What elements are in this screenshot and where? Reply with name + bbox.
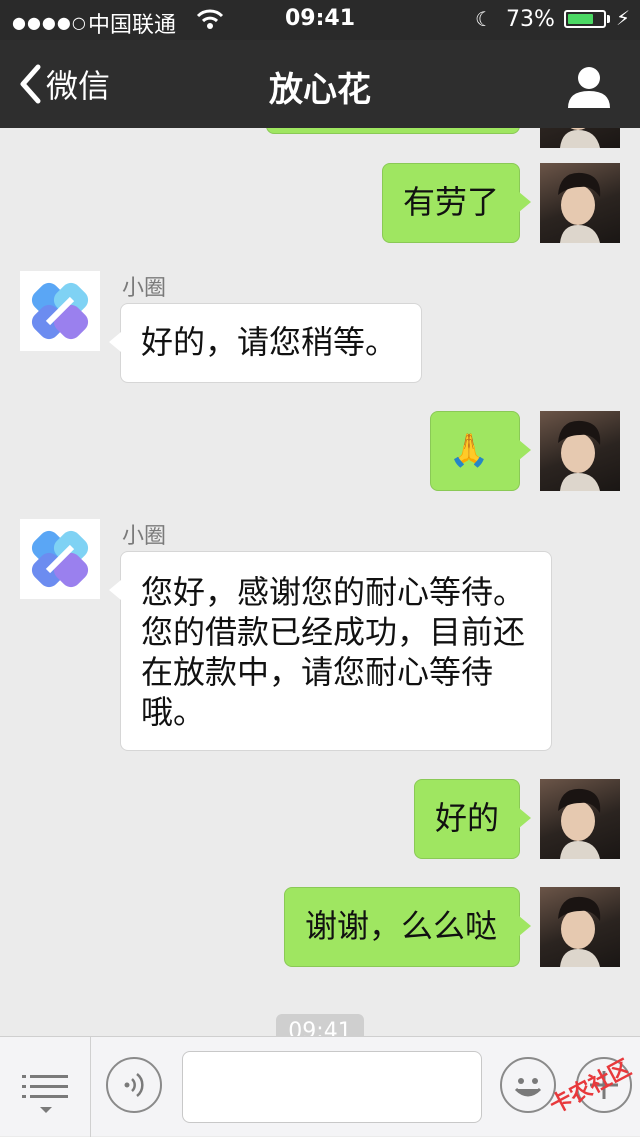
message-text: 您好，感谢您的耐心等待。 您的借款已经成功，目前还 在放款中，请您耐心等待 哦。 xyxy=(141,572,543,732)
battery-tip xyxy=(607,15,610,23)
bot-logo-icon xyxy=(31,530,89,588)
chat-area[interactable]: 有劳了 小圈 好的，请您稍等。 🙏 小圈 您好，感谢您的耐心等待。 您的借款已经… xyxy=(0,128,640,1036)
message-text: 好的，请您稍等。 xyxy=(141,323,398,361)
sender-name: 小圈 xyxy=(122,524,167,549)
message-bubble-outgoing[interactable]: 好的 xyxy=(414,779,531,859)
message-bubble-outgoing[interactable]: 有劳了 xyxy=(382,163,531,243)
bot-avatar[interactable] xyxy=(20,271,100,351)
message-bubble-incoming[interactable]: 您好，感谢您的耐心等待。 您的借款已经成功，目前还 在放款中，请您耐心等待 哦。 xyxy=(109,551,552,751)
sender-name: 小圈 xyxy=(122,276,167,301)
menu-list-icon[interactable] xyxy=(18,1065,74,1125)
user-photo-icon xyxy=(558,172,601,243)
message-line: 您好，感谢您的耐心等待。 xyxy=(141,573,526,611)
message-bubble-partial xyxy=(266,128,520,134)
battery-icon xyxy=(564,10,606,28)
user-avatar[interactable] xyxy=(540,887,620,967)
charging-icon: ⚡ xyxy=(616,6,631,30)
battery-fill xyxy=(568,14,593,24)
message-bubble-outgoing[interactable]: 🙏 xyxy=(430,411,531,491)
message-text: 🙏 xyxy=(449,431,489,469)
battery-percent: 73% xyxy=(506,7,555,32)
message-line: 哦。 xyxy=(141,693,206,731)
user-photo-icon xyxy=(558,788,601,859)
watermark-logo: 卡农社区 xyxy=(546,1056,636,1116)
bot-avatar[interactable] xyxy=(20,519,100,599)
message-timestamp: 09:41 xyxy=(276,1014,364,1036)
moon-icon: ☾ xyxy=(475,7,493,31)
message-text: 好的 xyxy=(435,799,500,837)
input-divider xyxy=(90,1037,91,1137)
message-line: 在放款中，请您耐心等待 xyxy=(141,653,494,691)
message-bubble-incoming[interactable]: 好的，请您稍等。 xyxy=(109,303,422,383)
user-photo-icon xyxy=(560,128,600,148)
user-avatar[interactable] xyxy=(540,411,620,491)
page-title: 放心花 xyxy=(269,70,371,110)
user-photo-icon xyxy=(558,420,601,491)
message-line: 您的借款已经成功，目前还 xyxy=(141,613,526,651)
message-input[interactable] xyxy=(182,1051,482,1123)
user-avatar[interactable] xyxy=(540,779,620,859)
user-avatar[interactable] xyxy=(540,128,620,148)
status-bar: ●●●●○ 中国联通 09:41 ☾ 73% ⚡ xyxy=(0,0,640,40)
voice-button[interactable] xyxy=(106,1057,162,1113)
nav-bar: 微信 放心花 xyxy=(0,40,640,128)
voice-icon xyxy=(124,1073,144,1097)
svg-text:卡农社区: 卡农社区 xyxy=(546,1056,636,1116)
message-text: 有劳了 xyxy=(403,183,500,221)
user-avatar[interactable] xyxy=(540,163,620,243)
message-text: 谢谢，么么哒 xyxy=(305,907,498,945)
profile-icon[interactable] xyxy=(566,64,612,110)
user-photo-icon xyxy=(558,896,601,967)
message-bubble-outgoing[interactable]: 谢谢，么么哒 xyxy=(284,887,531,967)
bot-logo-icon xyxy=(31,282,89,340)
